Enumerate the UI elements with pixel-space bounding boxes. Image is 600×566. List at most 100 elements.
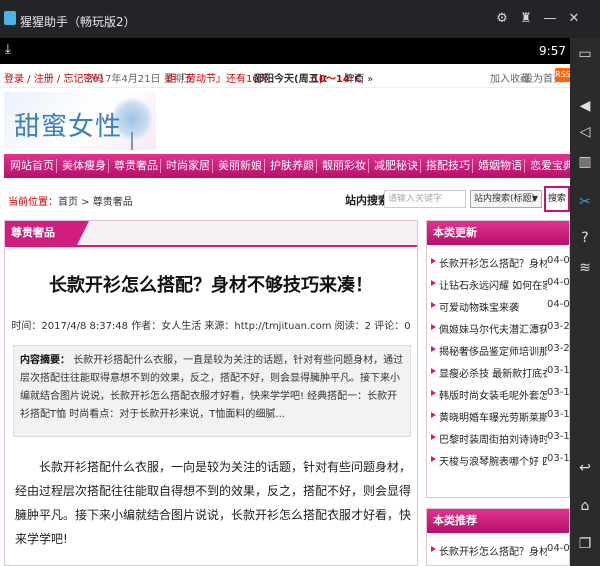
site-logo[interactable]: 甜蜜女性	[4, 92, 156, 150]
list-item[interactable]: 揭秘奢侈品鉴定师培训那些事03-20	[427, 339, 569, 361]
nav-item[interactable]: 靓丽彩妆	[322, 154, 366, 178]
list-item-date: 03-19	[547, 387, 570, 398]
triangle-bullet-icon	[431, 546, 436, 552]
breadcrumb-current[interactable]: 尊贵奢品	[93, 197, 133, 208]
latest-box: 本类更新 长款开衫怎么搭配？身材不够04-08 让钻石永远闪耀 如何在家保04-…	[426, 220, 570, 498]
recent-apps-icon[interactable]: ❐	[570, 532, 600, 556]
title-bar: 猩猩助手（畅玩版2） ⚙ ♜ — ✕	[0, 0, 600, 38]
weather-city: 邵阳	[254, 74, 274, 85]
list-item[interactable]: 韩版时尚女装毛呢外套怎么搭03-19	[427, 383, 570, 405]
keyboard-icon[interactable]: ▭	[570, 42, 600, 66]
nav-item[interactable]: 减肥秘诀	[374, 154, 418, 178]
recommend-box: 本类推荐 长款开衫怎么搭配？身材不够04-08	[426, 508, 570, 566]
back-icon[interactable]: ↩	[570, 456, 600, 480]
breadcrumb-home[interactable]: 首页	[58, 197, 78, 208]
triangle-bullet-icon	[431, 302, 436, 308]
nav-item[interactable]: 时尚家居	[166, 154, 210, 178]
nav-item[interactable]: 美丽新娘	[218, 154, 262, 178]
help-icon[interactable]: ?	[570, 226, 600, 250]
latest-list: 长款开衫怎么搭配？身材不够04-08 让钻石永远闪耀 如何在家保04-07 可爱…	[427, 251, 570, 471]
nav-item[interactable]: 护肤养颜	[270, 154, 314, 178]
weather-state: 阵雨 »	[344, 74, 374, 85]
nav-item[interactable]: 尊贵奢品	[114, 154, 158, 178]
list-item-date: 03-20	[547, 321, 570, 332]
status-time: 9:57	[539, 44, 566, 58]
download-icon: ⤓	[5, 42, 11, 57]
list-item[interactable]: 可爱动物珠宝来袭04-05	[427, 295, 569, 317]
triangle-bullet-icon	[431, 368, 436, 374]
list-item-title[interactable]: 揭秘奢侈品鉴定师培训那些事	[439, 343, 547, 358]
home-icon[interactable]: ⌂	[570, 494, 600, 518]
chevron-down-icon: ▼	[531, 194, 538, 203]
list-item-title[interactable]: 佩姬妹马尔代夫潜汇潭获赔偿	[439, 321, 547, 336]
article-meta: 时间：2017/4/8 8:37:48 作者：女人生活 来源：http://tm…	[11, 321, 411, 332]
search-scope-select[interactable]: 站内搜索(标题) ▼	[470, 190, 542, 208]
list-item-title[interactable]: 让钻石永远闪耀 如何在家保	[439, 277, 547, 292]
recommend-list: 长款开衫怎么搭配？身材不够04-08	[427, 539, 570, 561]
shake-icon[interactable]: ≋	[570, 256, 600, 280]
list-item-title[interactable]: 韩版时尚女装毛呢外套怎么搭	[439, 387, 547, 402]
trash-icon[interactable]: ▥	[570, 150, 600, 174]
triangle-bullet-icon	[431, 412, 436, 418]
list-item-date: 04-08	[547, 255, 570, 266]
list-item[interactable]: 天梭与浪琴腕表哪个好 四款103-17	[427, 449, 569, 471]
sidebar: 本类更新 长款开衫怎么搭配？身材不够04-08 让钻石永远闪耀 如何在家保04-…	[426, 220, 570, 566]
nav-divider	[472, 159, 473, 173]
nav-item[interactable]: 搭配技巧	[426, 154, 470, 178]
site-top-bar: 登录 / 注册 / 忘记密码 2017年4月21日 星期五 距『劳动节』还有10…	[0, 64, 570, 88]
nav-divider	[316, 159, 317, 173]
summary-label: 内容摘要：	[20, 355, 70, 366]
status-bar: ⤓ 9:57	[0, 38, 570, 64]
triangle-bullet-icon	[431, 324, 436, 330]
nav-divider	[56, 159, 57, 173]
list-item-title[interactable]: 长款开衫怎么搭配？身材不够	[439, 255, 547, 270]
list-item[interactable]: 让钻石永远闪耀 如何在家保04-07	[427, 273, 569, 295]
list-item-title[interactable]: 可爱动物珠宝来袭	[439, 299, 547, 314]
browser-viewport: 登录 / 注册 / 忘记密码 2017年4月21日 星期五 距『劳动节』还有10…	[0, 64, 570, 566]
breadcrumb-label: 当前位置：	[8, 197, 58, 208]
nav-divider	[420, 159, 421, 173]
latest-title: 本类更新	[427, 221, 569, 245]
nav-item[interactable]: 婚姻物语	[478, 154, 522, 178]
triangle-bullet-icon	[431, 346, 436, 352]
list-item-date: 04-08	[547, 543, 570, 554]
article-summary: 内容摘要： 长款开衫搭配什么衣服，一直是较为关注的话题，针对有些问题身材，通过层…	[13, 345, 411, 437]
list-item-title[interactable]: 显瘦必杀技 最新款打底衣推	[439, 365, 547, 380]
nav-divider	[264, 159, 265, 173]
window-title: 猩猩助手（畅玩版2）	[20, 15, 136, 29]
list-item-title[interactable]: 长款开衫怎么搭配？身材不够	[439, 543, 547, 558]
list-item[interactable]: 长款开衫怎么搭配？身材不够04-08	[427, 539, 570, 561]
search-row: 当前位置：首页 > 尊贵奢品 站内搜索 请输入关键字 站内搜索(标题) ▼ 搜索	[0, 184, 570, 214]
list-item[interactable]: 黄晓明婚车曝光劳斯莱斯领跑03-18	[427, 405, 569, 427]
scissors-icon[interactable]: ✂	[570, 190, 600, 214]
list-item-title[interactable]: 天梭与浪琴腕表哪个好 四款1	[439, 453, 547, 468]
tree-trunk	[131, 132, 133, 150]
triangle-bullet-icon	[431, 280, 436, 286]
skin-icon[interactable]: ♜	[518, 11, 534, 27]
list-item[interactable]: 巴黎时装周街拍刘诗诗时尚他03-18	[427, 427, 569, 449]
list-item-title[interactable]: 巴黎时装周街拍刘诗诗时尚他	[439, 431, 547, 446]
nav-item[interactable]: 美体瘦身	[62, 154, 106, 178]
search-scope-value: 站内搜索(标题)	[474, 194, 536, 204]
minimize-button[interactable]: —	[542, 11, 558, 27]
breadcrumb-separator: >	[78, 197, 93, 208]
nav-divider	[212, 159, 213, 173]
volume-up-icon[interactable]: ◀	[570, 94, 600, 118]
list-item[interactable]: 佩姬妹马尔代夫潜汇潭获赔偿03-20	[427, 317, 570, 339]
nav-item[interactable]: 网站首页	[10, 154, 54, 178]
list-item-title[interactable]: 黄晓明婚车曝光劳斯莱斯领跑	[439, 409, 547, 424]
settings-icon[interactable]: ⚙	[494, 11, 510, 27]
nav-item[interactable]: 恋爱宝典	[530, 154, 570, 178]
breadcrumb: 当前位置：首页 > 尊贵奢品	[8, 193, 133, 208]
emulator-window: 猩猩助手（畅玩版2） ⚙ ♜ — ✕ ⤓ 9:57 ▭ ◀ ◁ ▥ ✂ ? ≋ …	[0, 0, 600, 566]
list-item[interactable]: 显瘦必杀技 最新款打底衣推03-19	[427, 361, 570, 383]
search-input[interactable]: 请输入关键字	[384, 190, 466, 208]
app-logo-icon	[4, 11, 16, 25]
volume-down-icon[interactable]: ◁	[570, 120, 600, 144]
close-button[interactable]: ✕	[566, 11, 582, 27]
list-item[interactable]: 长款开衫怎么搭配？身材不够04-08	[427, 251, 570, 273]
site-header: 甜蜜女性	[0, 88, 570, 152]
list-item-date: 03-19	[547, 365, 570, 376]
search-button[interactable]: 搜索	[544, 186, 570, 212]
rss-icon[interactable]: RSS	[555, 68, 570, 82]
